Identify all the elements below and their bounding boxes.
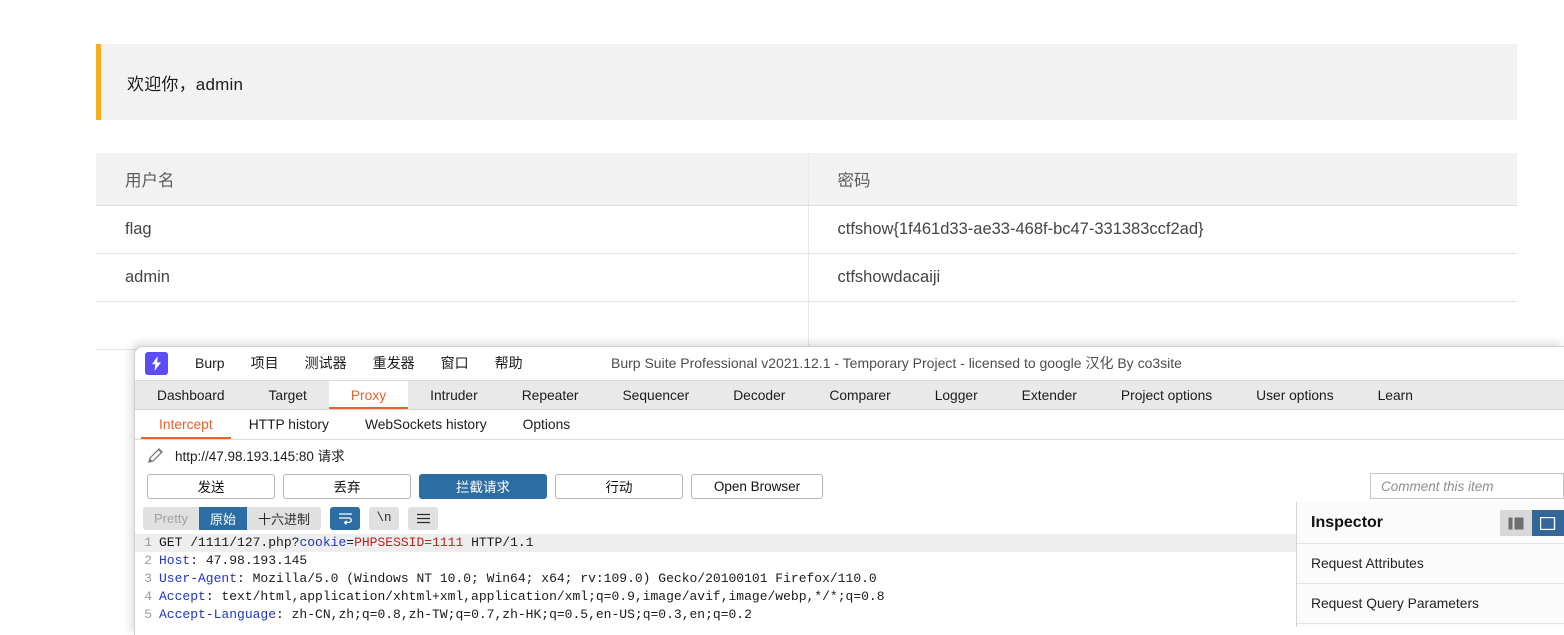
- column-header-username: 用户名: [96, 153, 808, 206]
- cell-username: admin: [96, 253, 808, 302]
- tab-user-options[interactable]: User options: [1234, 381, 1355, 409]
- welcome-alert: 欢迎你，admin: [96, 44, 1517, 120]
- code-segment: User-Agent: [159, 571, 238, 586]
- show-newlines-icon[interactable]: \n: [369, 506, 399, 530]
- code-line: 2 Host : 47.98.193.145: [135, 552, 1296, 570]
- subtab-http-history[interactable]: HTTP history: [231, 410, 347, 439]
- line-number: 5: [144, 607, 152, 622]
- tab-decoder[interactable]: Decoder: [711, 381, 807, 409]
- format-raw-button[interactable]: 原始: [198, 506, 247, 530]
- tab-repeater[interactable]: Repeater: [500, 381, 601, 409]
- table-header-row: 用户名 密码: [96, 153, 1517, 206]
- request-raw-content[interactable]: 1 GET /1111/127.php? cookie = PHPSESSID=…: [135, 534, 1296, 624]
- table-row: [96, 301, 1517, 350]
- line-number: 1: [144, 535, 152, 550]
- tab-extender[interactable]: Extender: [1000, 381, 1099, 409]
- comment-placeholder: Comment this item: [1381, 478, 1494, 494]
- panel-split-horizontal-icon[interactable]: [1532, 510, 1564, 536]
- cell-password: ctfshowdacaiji: [807, 253, 1517, 302]
- code-segment: GET /1111/127.php?: [159, 535, 300, 550]
- code-line: 1 GET /1111/127.php? cookie = PHPSESSID=…: [135, 534, 1296, 552]
- tab-dashboard[interactable]: Dashboard: [135, 381, 247, 409]
- code-line: 5 Accept-Language : zh-CN,zh;q=0.8,zh-TW…: [135, 606, 1296, 624]
- format-pretty-button[interactable]: Pretty: [143, 507, 199, 530]
- menu-item-project[interactable]: 项目: [238, 347, 292, 380]
- code-line: 4 Accept : text/html,application/xhtml+x…: [135, 588, 1296, 606]
- hamburger-menu-icon[interactable]: [408, 506, 438, 530]
- code-segment: Accept-Language: [159, 607, 277, 622]
- format-hex-button[interactable]: 十六进制: [247, 507, 321, 530]
- intercept-action-bar: 发送 丢弃 拦截请求 行动 Open Browser Comment this …: [135, 470, 1564, 502]
- window-title: Burp Suite Professional v2021.12.1 - Tem…: [611, 355, 1182, 371]
- inspector-header: Inspector: [1297, 502, 1564, 544]
- tab-sequencer[interactable]: Sequencer: [600, 381, 711, 409]
- tab-learn[interactable]: Learn: [1356, 381, 1435, 409]
- inspector-section-request-attributes[interactable]: Request Attributes: [1297, 544, 1564, 584]
- cell-password: ctfshow{1f461d33-ae33-468f-bc47-331383cc…: [807, 205, 1517, 254]
- menu-bar: Burp 项目 测试器 重发器 窗口 帮助 Burp Suite Profess…: [135, 347, 1564, 380]
- tab-proxy[interactable]: Proxy: [328, 381, 409, 409]
- inspector-section-request-query-parameters[interactable]: Request Query Parameters: [1297, 584, 1564, 624]
- line-number: 4: [144, 589, 152, 604]
- forward-button[interactable]: 发送: [147, 473, 275, 499]
- proxy-sub-tab-bar: Intercept HTTP history WebSockets histor…: [135, 410, 1564, 440]
- pencil-icon: [147, 446, 165, 464]
- intercept-toggle-button[interactable]: 拦截请求: [419, 473, 547, 499]
- code-segment: cookie: [299, 535, 347, 550]
- tab-comparer[interactable]: Comparer: [807, 381, 912, 409]
- burp-suite-window[interactable]: Burp 项目 测试器 重发器 窗口 帮助 Burp Suite Profess…: [134, 346, 1564, 635]
- drop-button[interactable]: 丢弃: [283, 473, 411, 499]
- menu-item-burp[interactable]: Burp: [182, 347, 238, 380]
- code-segment: Accept: [159, 589, 206, 604]
- menu-item-help[interactable]: 帮助: [482, 347, 536, 380]
- tab-intruder[interactable]: Intruder: [408, 381, 500, 409]
- open-browser-button[interactable]: Open Browser: [691, 473, 823, 499]
- request-body-split: Pretty 原始 十六进制 \n 1 GET /1111/127.php? c…: [135, 502, 1564, 627]
- line-number: 3: [144, 571, 152, 586]
- action-button[interactable]: 行动: [555, 473, 683, 499]
- cell-username: flag: [96, 205, 808, 254]
- menu-item-repeater[interactable]: 重发器: [360, 347, 428, 380]
- lightning-bolt-icon: [145, 352, 168, 375]
- column-header-password: 密码: [807, 153, 1517, 206]
- tab-project-options[interactable]: Project options: [1099, 381, 1234, 409]
- word-wrap-icon[interactable]: [330, 506, 360, 530]
- panel-split-vertical-icon[interactable]: [1500, 510, 1532, 536]
- code-segment: : zh-CN,zh;q=0.8,zh-TW;q=0.7,zh-HK;q=0.5…: [276, 607, 752, 622]
- subtab-options[interactable]: Options: [505, 410, 589, 439]
- main-tab-bar: Dashboard Target Proxy Intruder Repeater…: [135, 380, 1564, 410]
- comment-input[interactable]: Comment this item: [1370, 473, 1564, 499]
- code-segment: Host: [159, 553, 191, 568]
- line-number: 2: [144, 553, 152, 568]
- inspector-layout-toggles: [1500, 510, 1564, 536]
- code-segment: PHPSESSID=1111: [354, 535, 464, 550]
- tab-logger[interactable]: Logger: [913, 381, 1000, 409]
- inspector-title: Inspector: [1311, 513, 1384, 531]
- request-url-text: http://47.98.193.145:80 请求: [175, 449, 345, 464]
- cell-username: [96, 301, 808, 350]
- format-segmented-control: Pretty 原始 十六进制: [143, 506, 321, 530]
- request-editor-pane: Pretty 原始 十六进制 \n 1 GET /1111/127.php? c…: [135, 502, 1297, 627]
- cell-password: [807, 301, 1517, 350]
- inspector-panel: Inspector Request Attributes Request Que…: [1297, 502, 1564, 627]
- code-line: 3 User-Agent : Mozilla/5.0 (Windows NT 1…: [135, 570, 1296, 588]
- code-segment: : 47.98.193.145: [190, 553, 308, 568]
- tab-target[interactable]: Target: [247, 381, 329, 409]
- menu-item-window[interactable]: 窗口: [428, 347, 482, 380]
- subtab-websockets-history[interactable]: WebSockets history: [347, 410, 505, 439]
- menu-item-intruder[interactable]: 测试器: [292, 347, 360, 380]
- code-segment: : Mozilla/5.0 (Windows NT 10.0; Win64; x…: [237, 571, 877, 586]
- subtab-intercept[interactable]: Intercept: [141, 410, 231, 439]
- table-row: admin ctfshowdacaiji: [96, 253, 1517, 302]
- message-format-toolbar: Pretty 原始 十六进制 \n: [135, 502, 1296, 534]
- code-segment: : text/html,application/xhtml+xml,applic…: [205, 589, 885, 604]
- table-row: flag ctfshow{1f461d33-ae33-468f-bc47-331…: [96, 205, 1517, 254]
- welcome-message: 欢迎你，admin: [127, 74, 244, 94]
- credentials-table: 用户名 密码 flag ctfshow{1f461d33-ae33-468f-b…: [96, 153, 1517, 350]
- code-segment: HTTP/1.1: [463, 535, 534, 550]
- request-url-bar: http://47.98.193.145:80 请求: [135, 440, 1564, 470]
- code-segment: =: [346, 535, 355, 550]
